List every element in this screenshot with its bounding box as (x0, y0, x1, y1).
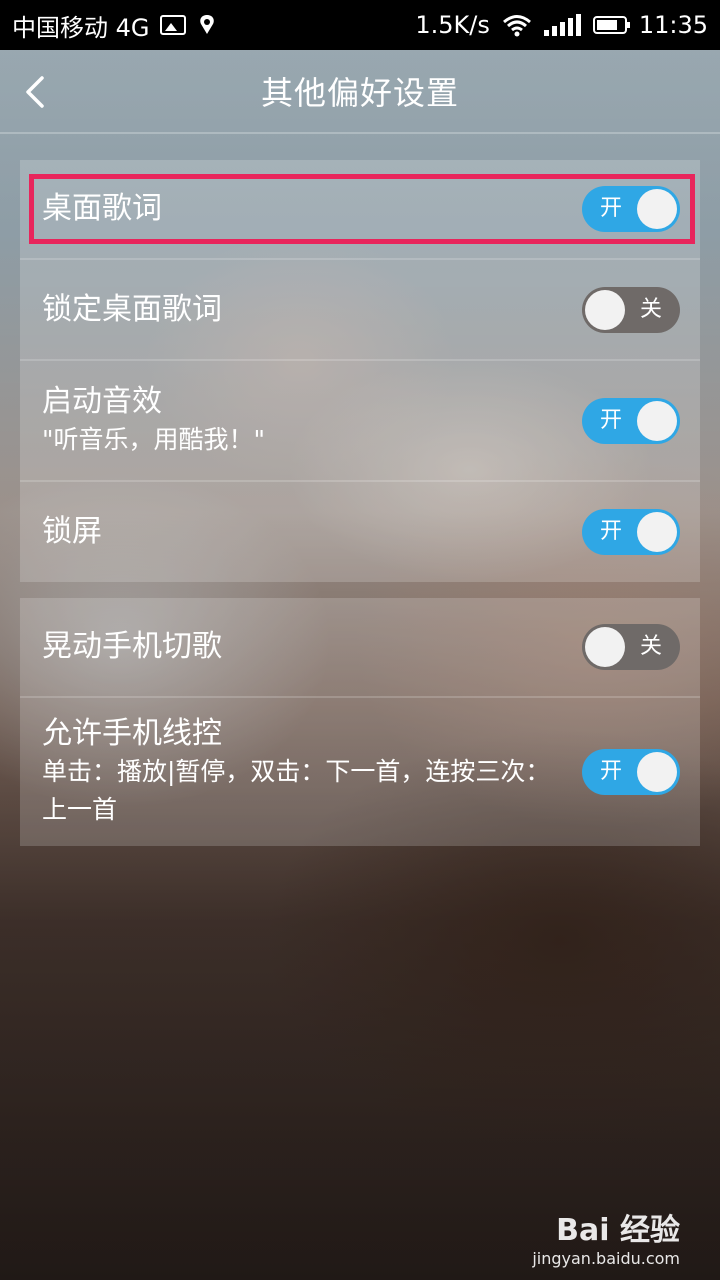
setting-subtitle: "听音乐，用酷我！" (42, 424, 265, 454)
location-pin-icon (199, 15, 214, 34)
toggle-state-label: 开 (600, 759, 623, 784)
toggle-knob (637, 752, 677, 792)
toggle-knob (637, 189, 677, 229)
setting-label: 允许手机线控 (42, 716, 222, 751)
shake-switch-toggle[interactable]: 关 (582, 624, 680, 670)
toggle-knob (637, 400, 677, 441)
toggle-state-label: 关 (639, 634, 662, 659)
setting-row-lock-screen[interactable]: 锁屏 开 (20, 482, 700, 582)
image-notification-icon (159, 15, 186, 35)
settings-group-controls: 晃动手机切歌 关 允许手机线控 单击：播放|暂停，双击：下一首，连按三次：上一首… (20, 598, 700, 846)
setting-row-shake-switch[interactable]: 晃动手机切歌 关 (20, 598, 700, 698)
desktop-lyrics-toggle[interactable]: 开 (582, 186, 680, 232)
setting-subtitle: 单击：播放|暂停，双击：下一首，连按三次：上一首 (42, 757, 551, 824)
signal-icon (543, 14, 581, 36)
watermark-url: jingyan.baidu.com (532, 1249, 680, 1268)
watermark: Bai 经验 jingyan.baidu.com (532, 1205, 680, 1268)
toggle-state-label: 关 (639, 296, 662, 322)
clock-label: 11:35 (638, 11, 708, 39)
toggle-state-label: 开 (600, 519, 623, 544)
lock-desktop-lyrics-toggle[interactable]: 关 (582, 286, 680, 333)
lock-screen-toggle[interactable]: 开 (582, 509, 680, 555)
watermark-brand: Bai 经验 (556, 1213, 680, 1248)
status-bar: 中国移动 4G 1.5K/s 11:35 (0, 0, 720, 50)
setting-row-startup-sound[interactable]: 启动音效 "听音乐，用酷我！" 开 (20, 361, 700, 482)
toggle-state-label: 开 (600, 407, 623, 433)
toggle-knob (585, 627, 625, 667)
carrier-label: 中国移动 4G (12, 13, 150, 42)
top-bar: 其他偏好设置 (0, 50, 720, 134)
setting-row-lock-desktop-lyrics[interactable]: 锁定桌面歌词 关 (20, 260, 700, 361)
toggle-state-label: 开 (600, 196, 623, 221)
wire-control-toggle[interactable]: 开 (582, 749, 680, 795)
page-title: 其他偏好设置 (260, 74, 459, 112)
battery-icon (592, 16, 630, 34)
net-speed-label: 1.5K/s (415, 11, 490, 39)
toggle-knob (585, 289, 625, 330)
setting-row-wire-control[interactable]: 允许手机线控 单击：播放|暂停，双击：下一首，连按三次：上一首 开 (20, 698, 700, 846)
toggle-knob (637, 512, 677, 552)
wifi-icon (502, 15, 531, 37)
settings-group-display: 桌面歌词 开 锁定桌面歌词 关 启动音效 "听音乐，用酷我！" 开 锁屏 开 (20, 160, 700, 582)
startup-sound-toggle[interactable]: 开 (582, 397, 680, 444)
back-button[interactable] (18, 72, 52, 112)
setting-row-desktop-lyrics[interactable]: 桌面歌词 开 (20, 160, 700, 260)
